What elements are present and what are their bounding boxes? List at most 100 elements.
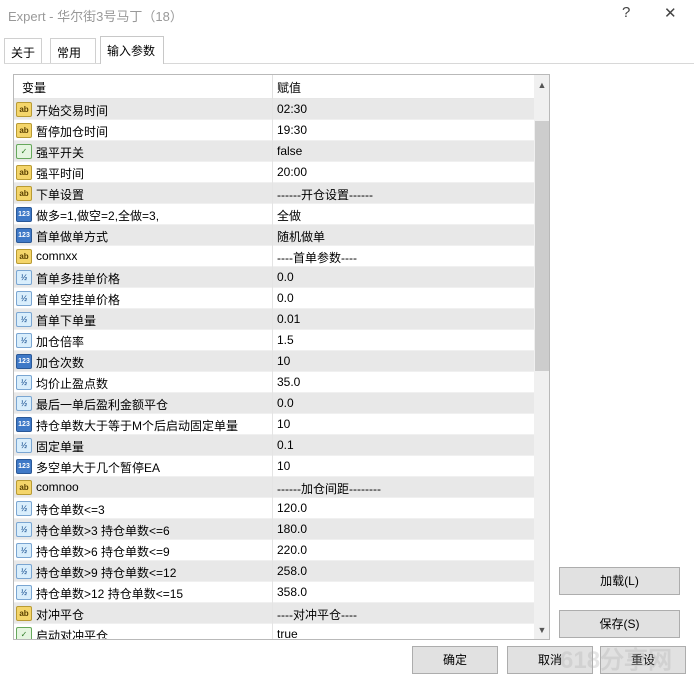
table-row[interactable]: ½ 持仓单数>3 持仓单数<=6 180.0 [14,519,534,540]
param-value[interactable]: true [277,627,298,639]
scroll-thumb[interactable] [535,121,549,371]
param-value[interactable]: 全做 [277,207,301,224]
param-value[interactable]: 0.0 [277,291,294,305]
scroll-up-icon[interactable]: ▲ [534,77,549,94]
column-separator [272,435,273,456]
table-row[interactable]: ab 下单设置 ------开仓设置------ [14,183,534,204]
param-name: 首单下单量 [36,314,97,328]
tab-common[interactable]: 常用 [50,38,96,63]
table-row[interactable]: ½ 持仓单数>9 持仓单数<=12 258.0 [14,561,534,582]
table-row[interactable]: ab 对冲平仓 ----对冲平仓---- [14,603,534,624]
param-name: 对冲平仓 [36,608,85,622]
ok-button[interactable]: 确定 [412,646,498,674]
table-row[interactable]: ab 暂停加仓时间 19:30 [14,120,534,141]
header-variable[interactable]: 变量 [22,79,46,96]
save-button[interactable]: 保存(S) [559,610,680,638]
tab-strip: 关于 常用 输入参数 [4,36,684,64]
string-type-icon: ab [16,102,32,117]
table-row[interactable]: ½ 首单下单量 0.01 [14,309,534,330]
column-separator [272,498,273,519]
table-row[interactable]: 123 加仓次数 10 [14,351,534,372]
help-icon[interactable]: ? [622,4,630,21]
param-value[interactable]: 35.0 [277,375,300,389]
table-row[interactable]: ½ 加仓倍率 1.5 [14,330,534,351]
column-separator [272,561,273,582]
param-name: 固定单量 [36,440,85,454]
tab-inputs[interactable]: 输入参数 [100,36,164,64]
table-row[interactable]: 123 多空单大于几个暂停EA 10 [14,456,534,477]
param-value[interactable]: 0.01 [277,312,300,326]
param-value[interactable]: 258.0 [277,564,307,578]
vertical-scrollbar[interactable]: ▲ ▼ [534,75,549,639]
parameters-table[interactable]: 变量 赋值 ab 开始交易时间 02:30 ab 暂停加仓时间 19:30 ✓ 强平开关 fal… [13,74,550,640]
param-value[interactable]: 180.0 [277,522,307,536]
column-separator [272,477,273,498]
param-value[interactable]: 10 [277,459,290,473]
table-row[interactable]: 123 首单做单方式 随机做单 [14,225,534,246]
param-value[interactable]: 20:00 [277,165,307,179]
table-row[interactable]: ✓ 启动对冲平仓 true [14,624,534,640]
string-type-icon: ab [16,249,32,264]
column-separator [272,183,273,204]
param-value[interactable]: 随机做单 [277,228,325,245]
param-value[interactable]: 0.1 [277,438,294,452]
param-name: 做多=1,做空=2,全做=3, [36,209,160,223]
param-value[interactable]: 02:30 [277,102,307,116]
table-body: ab 开始交易时间 02:30 ab 暂停加仓时间 19:30 ✓ 强平开关 false ab 强平… [14,99,534,640]
header-value[interactable]: 赋值 [277,79,301,96]
param-name: 开始交易时间 [36,104,109,118]
integer-type-icon: 123 [16,459,32,474]
header-separator [272,75,273,99]
tab-about[interactable]: 关于 [4,38,42,63]
load-button[interactable]: 加载(L) [559,567,680,595]
param-value[interactable]: 220.0 [277,543,307,557]
scroll-down-icon[interactable]: ▼ [534,622,549,639]
param-name: 下单设置 [36,188,85,202]
table-row[interactable]: 123 持仓单数大于等于M个后启动固定单量 10 [14,414,534,435]
param-value[interactable]: 10 [277,417,290,431]
param-value[interactable]: 120.0 [277,501,307,515]
table-row[interactable]: ab comnxx ----首单参数---- [14,246,534,267]
param-value[interactable]: ----对冲平仓---- [277,606,357,623]
table-row[interactable]: ½ 均价止盈点数 35.0 [14,372,534,393]
double-type-icon: ½ [16,291,32,306]
param-name: 启动对冲平仓 [36,629,109,640]
param-name: 暂停加仓时间 [36,125,109,139]
param-value[interactable]: ----首单参数---- [277,249,357,266]
table-row[interactable]: ½ 持仓单数>6 持仓单数<=9 220.0 [14,540,534,561]
table-row[interactable]: ½ 持仓单数>12 持仓单数<=15 358.0 [14,582,534,603]
reset-button[interactable]: 重设 [600,646,686,674]
param-value[interactable]: 10 [277,354,290,368]
cancel-button[interactable]: 取消 [507,646,593,674]
param-value[interactable]: 0.0 [277,270,294,284]
close-icon[interactable]: ✕ [664,4,677,22]
column-separator [272,246,273,267]
table-row[interactable]: ab 强平时间 20:00 [14,162,534,183]
param-value[interactable]: ------开仓设置------ [277,186,373,203]
column-separator [272,393,273,414]
param-value[interactable]: 1.5 [277,333,294,347]
param-name: 均价止盈点数 [36,377,109,391]
param-name: 首单空挂单价格 [36,293,121,307]
column-separator [272,309,273,330]
param-value[interactable]: 19:30 [277,123,307,137]
table-row[interactable]: ✓ 强平开关 false [14,141,534,162]
param-value[interactable]: false [277,144,302,158]
table-row[interactable]: ½ 首单空挂单价格 0.0 [14,288,534,309]
table-header: 变量 赋值 [14,75,534,99]
table-row[interactable]: ab 开始交易时间 02:30 [14,99,534,120]
table-row[interactable]: ½ 持仓单数<=3 120.0 [14,498,534,519]
column-separator [272,330,273,351]
param-value[interactable]: ------加仓间距-------- [277,480,381,497]
table-row[interactable]: ½ 最后一单后盈利金额平仓 0.0 [14,393,534,414]
column-separator [272,120,273,141]
param-value[interactable]: 358.0 [277,585,307,599]
param-name: 首单多挂单价格 [36,272,121,286]
column-separator [272,603,273,624]
table-row[interactable]: ab comnoo ------加仓间距-------- [14,477,534,498]
table-row[interactable]: 123 做多=1,做空=2,全做=3, 全做 [14,204,534,225]
table-row[interactable]: ½ 首单多挂单价格 0.0 [14,267,534,288]
param-value[interactable]: 0.0 [277,396,294,410]
table-row[interactable]: ½ 固定单量 0.1 [14,435,534,456]
double-type-icon: ½ [16,522,32,537]
